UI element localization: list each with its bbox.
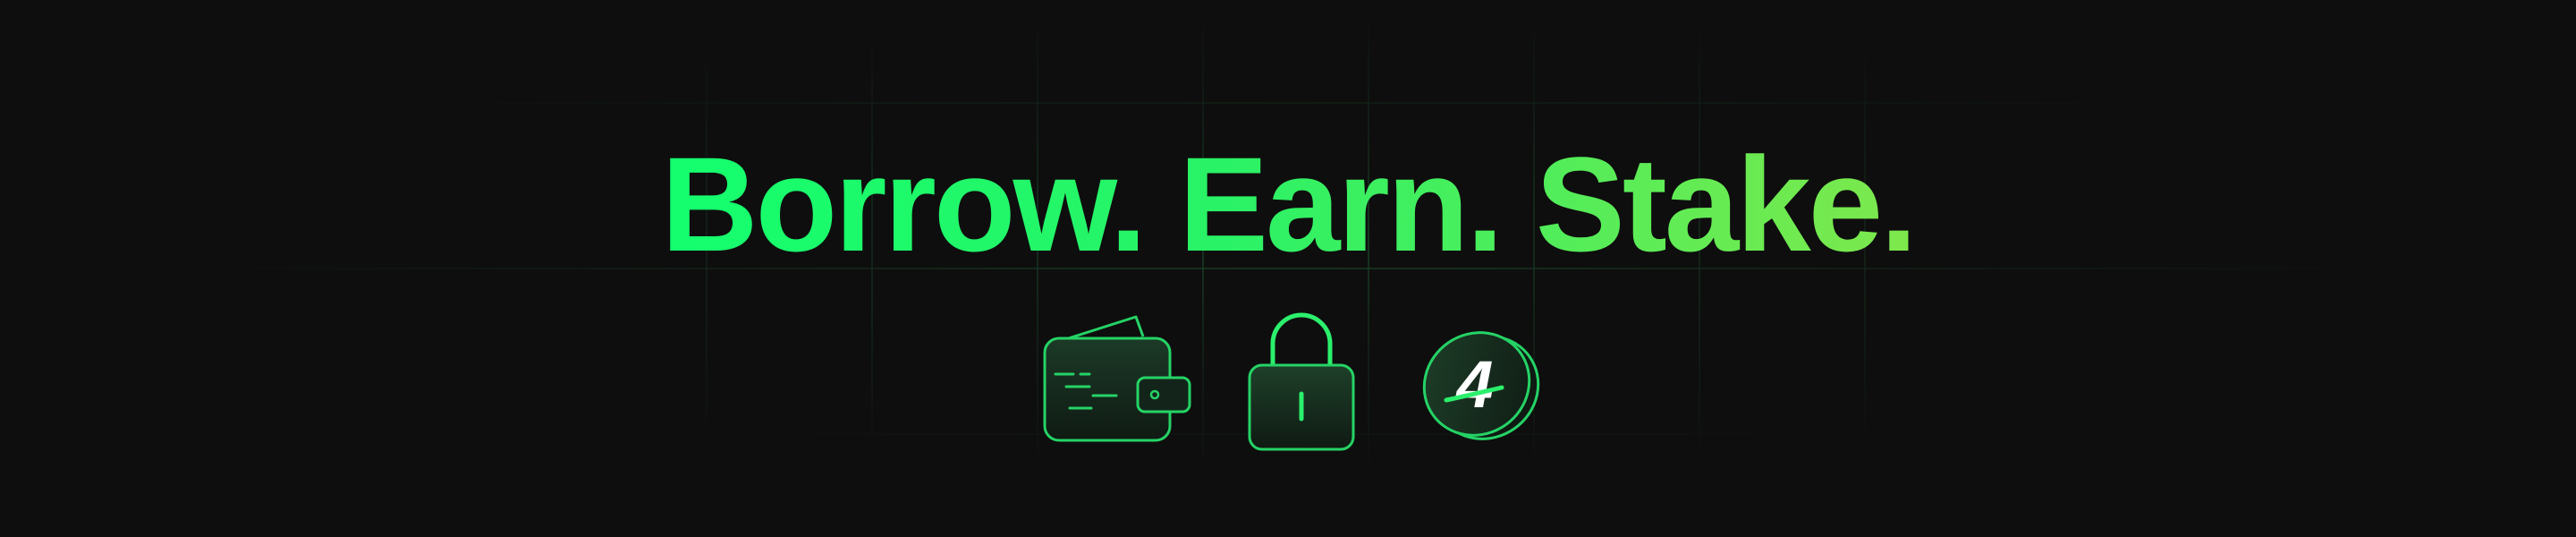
headline: Borrow. Earn. Stake. <box>0 132 2576 276</box>
hero-banner: Borrow. Earn. Stake. 4 <box>0 0 2576 537</box>
lock-icon <box>1248 312 1355 451</box>
wallet-icon <box>1043 315 1191 442</box>
headline-text: Borrow. Earn. Stake. <box>661 129 1918 279</box>
coin-glyph: 4 <box>1454 347 1493 422</box>
coin-icon: 4 <box>1422 331 1540 440</box>
